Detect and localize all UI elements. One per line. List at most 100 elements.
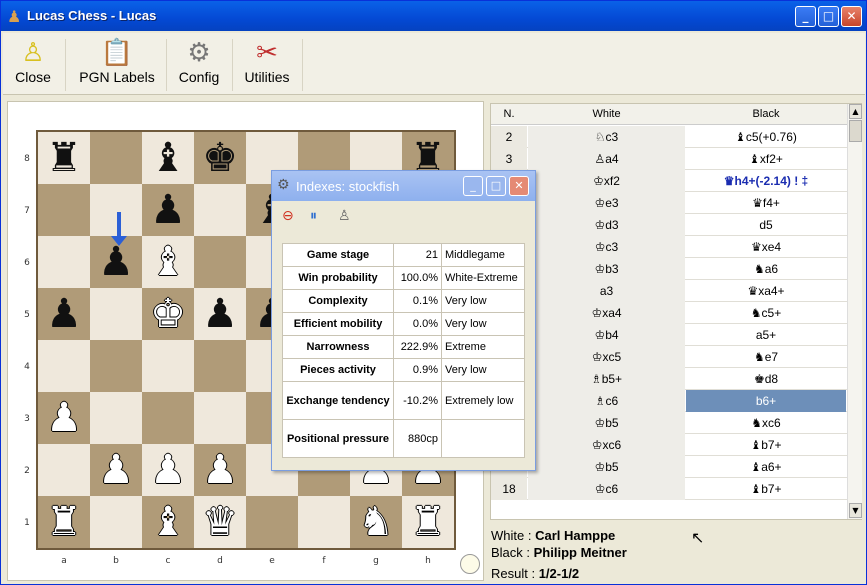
square-d7[interactable] <box>194 184 246 236</box>
pgn-row[interactable]: ♔e3 ♛f4+ <box>491 192 847 214</box>
pawn-icon[interactable]: ♙ <box>338 208 351 224</box>
indexes-close-button[interactable]: ✕ <box>509 176 529 196</box>
square-a4[interactable] <box>38 340 90 392</box>
white-move[interactable]: ♗c6 <box>528 390 685 412</box>
square-c1[interactable]: ♝ <box>142 496 194 548</box>
square-d1[interactable]: ♛ <box>194 496 246 548</box>
black-move[interactable]: ♛xe4 <box>686 236 846 258</box>
pgn-row[interactable]: ♗c6 b6+ <box>491 390 847 412</box>
stop-icon[interactable]: ⊖ <box>282 208 294 224</box>
black-move[interactable]: d5 <box>686 214 846 236</box>
black-move[interactable]: ♚d8 <box>686 368 846 390</box>
white-move[interactable]: ♙a4 <box>528 148 685 170</box>
pgn-row[interactable]: ♔c3 ♛xe4 <box>491 236 847 258</box>
square-b1[interactable] <box>90 496 142 548</box>
black-pawn-icon[interactable]: ♟ <box>202 291 238 337</box>
header-number[interactable]: N. <box>491 108 527 120</box>
white-move[interactable]: ♔xa4 <box>528 302 685 324</box>
black-move[interactable]: b6+ <box>686 390 846 412</box>
square-d4[interactable] <box>194 340 246 392</box>
white-move[interactable]: ♔d3 <box>528 214 685 236</box>
square-b8[interactable] <box>90 132 142 184</box>
black-move[interactable]: ♝a6+ <box>686 456 846 478</box>
pgn-row[interactable]: 3 ♙a4 ♝xf2+ <box>491 148 847 170</box>
square-a5[interactable]: ♟ <box>38 288 90 340</box>
black-move[interactable]: ♝b7+ <box>686 478 846 500</box>
square-c5[interactable]: ♚ <box>142 288 194 340</box>
pgn-row[interactable]: ♔xc6 ♝b7+ <box>491 434 847 456</box>
black-pawn-icon[interactable]: ♟ <box>46 291 82 337</box>
white-move[interactable]: ♔e3 <box>528 192 685 214</box>
pgn-row[interactable]: a3 ♛xa4+ <box>491 280 847 302</box>
white-move[interactable]: ♘c3 <box>528 126 685 148</box>
pgn-row[interactable]: ♔d3 d5 <box>491 214 847 236</box>
black-move[interactable]: ♞a6 <box>686 258 846 280</box>
square-c6[interactable]: ♝ <box>142 236 194 288</box>
square-c3[interactable] <box>142 392 194 444</box>
minimize-button[interactable]: _ <box>795 6 816 27</box>
square-c2[interactable]: ♟ <box>142 444 194 496</box>
square-a1[interactable]: ♜ <box>38 496 90 548</box>
pgn-row[interactable]: 2 ♘c3 ♝c5(+0.76) <box>491 126 847 148</box>
black-pawn-icon[interactable]: ♟ <box>150 187 186 233</box>
square-d2[interactable]: ♟ <box>194 444 246 496</box>
pgn-scrollbar[interactable]: ▲ ▼ <box>847 104 862 519</box>
header-black[interactable]: Black <box>686 108 846 120</box>
black-move[interactable]: ♝c5(+0.76) <box>686 126 846 148</box>
white-move[interactable]: ♔c6 <box>528 478 685 500</box>
side-indicator-button[interactable] <box>460 554 480 574</box>
pgn-row[interactable]: ♔b5 ♞xc6 <box>491 412 847 434</box>
white-move[interactable]: a3 <box>528 280 685 302</box>
black-rook-icon[interactable]: ♜ <box>46 135 82 181</box>
square-e1[interactable] <box>246 496 298 548</box>
white-bishop-icon[interactable]: ♝ <box>150 239 186 285</box>
black-move[interactable]: a5+ <box>686 324 846 346</box>
white-rook-icon[interactable]: ♜ <box>46 499 82 545</box>
white-pawn-icon[interactable]: ♟ <box>98 447 134 493</box>
pgn-row[interactable]: 18 ♔c6 ♝b7+ <box>491 478 847 500</box>
config-button[interactable]: ⚙ Config <box>173 35 225 93</box>
scroll-thumb[interactable] <box>849 120 862 142</box>
white-rook-icon[interactable]: ♜ <box>410 499 446 545</box>
pgn-labels-button[interactable]: 📋 PGN Labels <box>73 35 161 93</box>
black-move[interactable]: ♛h4+(-2.14) ! ‡ <box>686 170 846 192</box>
close-window-button[interactable]: ✕ <box>841 6 862 27</box>
pgn-grid[interactable]: N. White Black 2 ♘c3 ♝c5(+0.76) 3 ♙a4 ♝xf2+ ♔x… <box>490 103 862 520</box>
square-d6[interactable] <box>194 236 246 288</box>
black-move[interactable]: ♞xc6 <box>686 412 846 434</box>
white-move[interactable]: ♔xc5 <box>528 346 685 368</box>
white-pawn-icon[interactable]: ♟ <box>46 395 82 441</box>
white-queen-icon[interactable]: ♛ <box>202 499 238 545</box>
black-move[interactable]: ♝xf2+ <box>686 148 846 170</box>
black-move[interactable]: ♞e7 <box>686 346 846 368</box>
white-move[interactable]: ♔b3 <box>528 258 685 280</box>
white-move[interactable]: ♔c3 <box>528 236 685 258</box>
square-a3[interactable]: ♟ <box>38 392 90 444</box>
white-move[interactable]: ♔xc6 <box>528 434 685 456</box>
pgn-row[interactable]: ♗b5+ ♚d8 <box>491 368 847 390</box>
black-move[interactable]: ♞c5+ <box>686 302 846 324</box>
square-c7[interactable]: ♟ <box>142 184 194 236</box>
square-b2[interactable]: ♟ <box>90 444 142 496</box>
square-g1[interactable]: ♞ <box>350 496 402 548</box>
pgn-row[interactable]: ♔xa4 ♞c5+ <box>491 302 847 324</box>
white-move[interactable]: ♔b5 <box>528 412 685 434</box>
white-move[interactable]: ♔b5 <box>528 456 685 478</box>
white-bishop-icon[interactable]: ♝ <box>150 499 186 545</box>
pgn-row[interactable]: ♔b3 ♞a6 <box>491 258 847 280</box>
square-f1[interactable] <box>298 496 350 548</box>
black-move[interactable]: ♛xa4+ <box>686 280 846 302</box>
square-b3[interactable] <box>90 392 142 444</box>
indexes-maximize-button[interactable]: □ <box>486 176 506 196</box>
square-a8[interactable]: ♜ <box>38 132 90 184</box>
header-white[interactable]: White <box>528 108 685 120</box>
square-b5[interactable] <box>90 288 142 340</box>
close-button[interactable]: ♙ Close <box>9 35 57 93</box>
utilities-button[interactable]: ✂ Utilities <box>239 35 295 93</box>
white-pawn-icon[interactable]: ♟ <box>202 447 238 493</box>
square-d5[interactable]: ♟ <box>194 288 246 340</box>
scroll-down-button[interactable]: ▼ <box>849 503 862 518</box>
black-king-icon[interactable]: ♚ <box>202 135 238 181</box>
white-king-icon[interactable]: ♚ <box>150 291 186 337</box>
black-bishop-icon[interactable]: ♝ <box>150 135 186 181</box>
